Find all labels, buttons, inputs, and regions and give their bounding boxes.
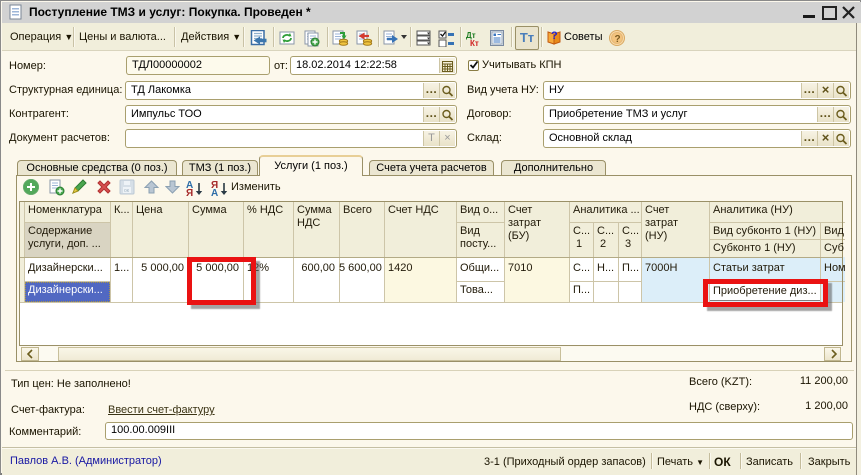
svg-text:?: ? <box>551 30 558 42</box>
svg-text:ок: ок <box>124 188 130 194</box>
svg-text:А: А <box>211 188 218 196</box>
svg-text:Кт: Кт <box>470 39 479 47</box>
svg-text:?: ? <box>615 34 621 45</box>
svg-text:Я: Я <box>186 188 193 196</box>
